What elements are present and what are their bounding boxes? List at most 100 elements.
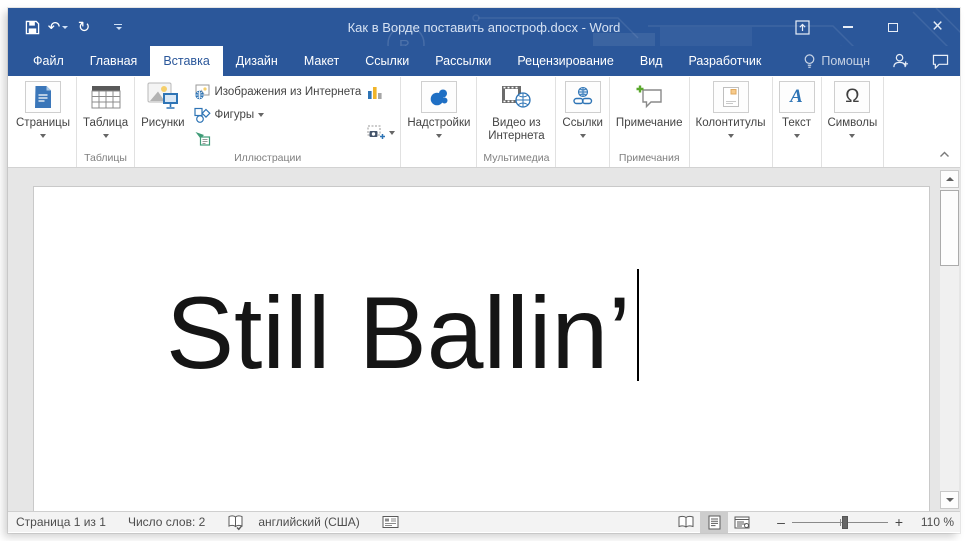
table-label: Таблица (83, 117, 128, 130)
links-button[interactable]: Ссылки (557, 79, 608, 151)
zoom-level-indicator[interactable]: 110 % (908, 515, 954, 529)
chat-bubble-icon (932, 54, 949, 69)
tab-mailings[interactable]: Рассылки (422, 46, 504, 76)
zoom-slider-thumb[interactable] (842, 516, 848, 529)
customize-quick-access-button[interactable] (106, 14, 130, 40)
illustrations-small-column: Изображения из Интернета Фигуры (190, 79, 366, 149)
comment-button[interactable]: Примечание (611, 79, 688, 151)
tab-design[interactable]: Дизайн (223, 46, 291, 76)
group-illustrations: Рисунки Изображения из Интернета (135, 77, 401, 167)
pages-button[interactable]: Страницы (11, 79, 75, 151)
tell-me-help-button[interactable]: Помощн (793, 53, 880, 70)
ribbon-insert: Страницы Таблица (8, 76, 960, 168)
document-page[interactable]: Still Ballin’ (33, 186, 930, 511)
screenshot-icon (367, 125, 386, 140)
tab-home[interactable]: Главная (77, 46, 151, 76)
online-pictures-button[interactable]: Изображения из Интернета (190, 80, 366, 103)
header-footer-dropdown-arrow (728, 134, 734, 138)
proofing-status-button[interactable] (227, 514, 244, 531)
zoom-in-button[interactable]: + (890, 514, 908, 530)
symbols-button[interactable]: Ω Символы (823, 79, 883, 151)
online-pictures-label: Изображения из Интернета (215, 86, 362, 98)
window-controls: × (780, 8, 960, 46)
title-bar: R ↶ ↻ Как в Ворде поставить а (8, 8, 960, 46)
header-footer-icon (713, 81, 749, 113)
lightbulb-icon (803, 53, 816, 70)
pages-icon (25, 81, 61, 113)
status-bar-right: – + 110 % (672, 512, 954, 533)
shapes-label: Фигуры (215, 109, 255, 121)
table-dropdown-arrow (103, 134, 109, 138)
keyboard-panel-icon (382, 515, 399, 529)
screenshot-button[interactable] (367, 121, 395, 143)
page-number-indicator[interactable]: Страница 1 из 1 (16, 515, 106, 529)
smartart-icon (194, 130, 211, 146)
vertical-scrollbar[interactable] (940, 170, 959, 509)
minimize-icon (843, 26, 853, 28)
redo-icon: ↻ (78, 18, 91, 36)
group-label-media: Мультимедиа (478, 151, 554, 167)
tab-view[interactable]: Вид (627, 46, 676, 76)
zoom-slider[interactable] (792, 512, 888, 533)
close-button[interactable]: × (915, 8, 960, 46)
redo-button[interactable]: ↻ (72, 14, 96, 40)
shapes-button[interactable]: Фигуры (190, 103, 366, 126)
read-mode-view-button[interactable] (672, 512, 700, 533)
chevron-up-icon (939, 150, 950, 158)
svg-text:R: R (399, 37, 410, 46)
word-count-indicator[interactable]: Число слов: 2 (128, 515, 205, 529)
online-video-label: Видео из Интернета (483, 117, 549, 143)
zoom-out-button[interactable]: – (772, 514, 790, 530)
table-icon (88, 81, 124, 113)
zoom-slider-notch (840, 519, 841, 526)
tab-file[interactable]: Файл (20, 46, 77, 76)
undo-dropdown-arrow[interactable] (62, 26, 68, 29)
maximize-button[interactable] (870, 8, 915, 46)
links-icon (565, 81, 601, 113)
scrollbar-thumb[interactable] (940, 190, 959, 266)
group-comments: Примечание Примечания (610, 77, 690, 167)
group-label-header-footer (691, 151, 771, 167)
feedback-button[interactable] (920, 46, 960, 76)
macro-recording-button[interactable] (382, 515, 399, 529)
print-layout-view-button[interactable] (700, 512, 728, 533)
tab-references[interactable]: Ссылки (352, 46, 422, 76)
scroll-up-icon (946, 177, 954, 181)
addins-button[interactable]: Надстройки (402, 79, 475, 151)
collapse-ribbon-button[interactable] (939, 145, 950, 163)
text-button[interactable]: A Текст (774, 79, 820, 151)
save-button[interactable] (20, 14, 44, 40)
group-label-addins (402, 151, 475, 167)
scroll-down-button[interactable] (940, 491, 959, 509)
tab-layout[interactable]: Макет (291, 46, 352, 76)
scroll-down-icon (946, 498, 954, 502)
tab-review[interactable]: Рецензирование (504, 46, 627, 76)
table-button[interactable]: Таблица (78, 79, 133, 151)
group-label-text (774, 151, 820, 167)
pictures-button[interactable]: Рисунки (136, 79, 189, 151)
online-pictures-icon (194, 84, 211, 100)
language-indicator[interactable]: английский (США) (258, 515, 359, 529)
print-layout-icon (708, 515, 721, 530)
smartart-button[interactable] (190, 126, 366, 149)
illustrations-mini-column (365, 79, 399, 149)
chart-button[interactable] (367, 81, 395, 103)
group-label-symbols (823, 151, 883, 167)
minimize-button[interactable] (825, 8, 870, 46)
sign-in-share-button[interactable] (880, 46, 920, 76)
group-label-comments: Примечания (611, 151, 688, 167)
document-text-line[interactable]: Still Ballin’ (166, 275, 639, 392)
tab-insert[interactable]: Вставка (150, 46, 222, 76)
addins-label: Надстройки (407, 117, 470, 130)
screenshot-dropdown-arrow (389, 131, 395, 135)
undo-button[interactable]: ↶ (46, 14, 70, 40)
web-layout-view-button[interactable] (728, 512, 756, 533)
ribbon-display-options-button[interactable] (780, 8, 825, 46)
document-text[interactable]: Still Ballin’ (166, 275, 631, 392)
header-footer-button[interactable]: Колонтитулы (691, 79, 771, 151)
scroll-up-button[interactable] (940, 170, 959, 188)
group-links: Ссылки (556, 77, 610, 167)
comment-label: Примечание (616, 117, 683, 130)
online-video-button[interactable]: Видео из Интернета (478, 79, 554, 151)
tab-developer[interactable]: Разработчик (675, 46, 774, 76)
